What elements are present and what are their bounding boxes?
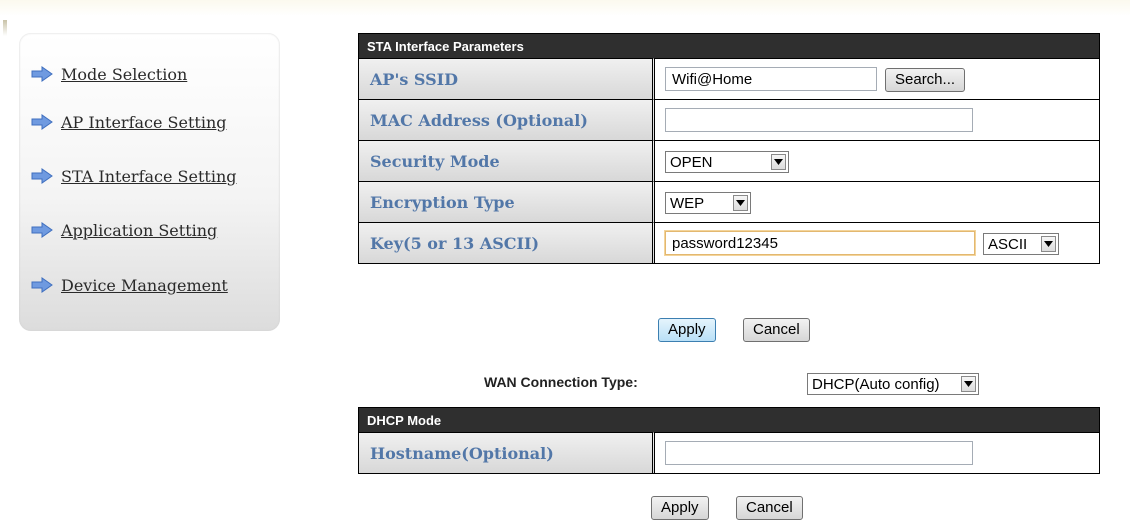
sta-parameters-table: STA Interface Parameters AP's SSID Searc…: [358, 33, 1100, 264]
hostname-row: Hostname(Optional): [359, 432, 1099, 473]
wan-connection-type-select[interactable]: DHCP(Auto config): [807, 373, 979, 395]
arrow-right-icon: [31, 168, 53, 184]
encryption-type-label: Encryption Type: [359, 181, 655, 222]
dhcp-apply-button[interactable]: Apply: [651, 496, 709, 520]
sidebar-item-label: STA Interface Setting: [61, 166, 237, 186]
wan-connection-type-label: WAN Connection Type:: [484, 374, 638, 390]
hostname-label: Hostname(Optional): [359, 432, 655, 473]
dhcp-mode-table: DHCP Mode Hostname(Optional): [358, 407, 1100, 474]
ssid-label: AP's SSID: [359, 58, 655, 99]
sidebar-item-label: Device Management: [61, 275, 228, 295]
dhcp-table-header: DHCP Mode: [359, 408, 1099, 432]
security-mode-value: OPEN: [670, 153, 713, 171]
arrow-right-icon: [31, 114, 53, 130]
sta-table-header: STA Interface Parameters: [359, 34, 1099, 58]
key-row: Key(5 or 13 ASCII) ASCII: [359, 222, 1099, 263]
sta-cancel-button[interactable]: Cancel: [743, 318, 810, 342]
key-format-select[interactable]: ASCII: [983, 233, 1059, 255]
search-button[interactable]: Search...: [885, 68, 966, 92]
sidebar-item-label: Application Setting: [61, 220, 218, 240]
ssid-input[interactable]: [665, 67, 877, 91]
sidebar-item-sta-interface-setting[interactable]: STA Interface Setting: [31, 164, 237, 188]
encryption-type-value: WEP: [670, 194, 705, 212]
security-row: Security Mode OPEN: [359, 140, 1099, 181]
arrow-right-icon: [31, 277, 53, 293]
sidebar-item-application-setting[interactable]: Application Setting: [31, 218, 217, 242]
sidebar-item-device-management[interactable]: Device Management: [31, 273, 228, 297]
security-mode-label: Security Mode: [359, 140, 655, 181]
dhcp-cancel-button[interactable]: Cancel: [736, 496, 803, 520]
sidebar-item-mode-selection[interactable]: Mode Selection: [31, 62, 187, 86]
mac-address-label: MAC Address (Optional): [359, 99, 655, 140]
corner-mark: [3, 20, 7, 36]
encryption-type-select[interactable]: WEP: [665, 192, 751, 214]
chevron-down-icon: [733, 195, 748, 211]
mac-address-input[interactable]: [665, 108, 973, 132]
key-label: Key(5 or 13 ASCII): [359, 222, 655, 263]
mac-row: MAC Address (Optional): [359, 99, 1099, 140]
arrow-right-icon: [31, 66, 53, 82]
chevron-down-icon: [1041, 236, 1056, 252]
security-mode-select[interactable]: OPEN: [665, 151, 789, 173]
key-input[interactable]: [665, 231, 975, 255]
encryption-row: Encryption Type WEP: [359, 181, 1099, 222]
top-strip: [0, 0, 1130, 16]
hostname-input[interactable]: [665, 441, 973, 465]
sidebar-item-label: AP Interface Setting: [61, 112, 227, 132]
arrow-right-icon: [31, 222, 53, 238]
sidebar-item-ap-interface-setting[interactable]: AP Interface Setting: [31, 110, 227, 134]
key-format-value: ASCII: [988, 235, 1028, 253]
sidebar-item-label: Mode Selection: [61, 64, 188, 84]
sta-apply-button[interactable]: Apply: [658, 318, 716, 342]
chevron-down-icon: [961, 376, 976, 392]
chevron-down-icon: [771, 154, 786, 170]
wan-connection-type-value: DHCP(Auto config): [812, 375, 940, 393]
ssid-row: AP's SSID Search...: [359, 58, 1099, 99]
